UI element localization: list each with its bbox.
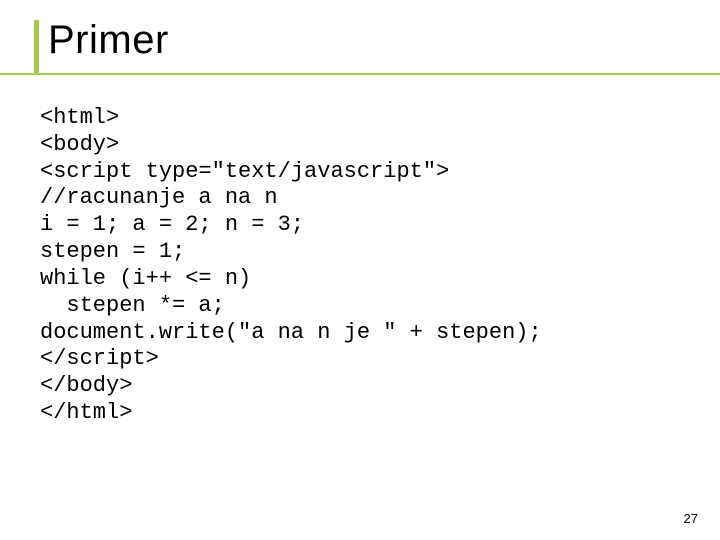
title-container: Primer [34,18,686,63]
slide-title: Primer [42,18,686,63]
code-line: stepen *= a; [40,293,225,318]
code-line: <script type="text/javascript"> [40,159,449,184]
code-line: <html> [40,105,119,130]
code-line: </script> [40,346,159,371]
code-line: </body> [40,373,132,398]
code-line: </html> [40,400,132,425]
code-line: <body> [40,132,119,157]
slide: Primer <html> <body> <script type="text/… [0,0,720,540]
title-underline [0,73,720,75]
code-line: while (i++ <= n) [40,266,251,291]
code-line: stepen = 1; [40,239,185,264]
code-line: i = 1; a = 2; n = 3; [40,212,304,237]
code-line: //racunanje a na n [40,185,278,210]
code-block: <html> <body> <script type="text/javascr… [40,105,686,427]
title-accent-bar [34,20,39,74]
code-line: document.write("a na n je " + stepen); [40,320,542,345]
page-number: 27 [684,511,698,526]
